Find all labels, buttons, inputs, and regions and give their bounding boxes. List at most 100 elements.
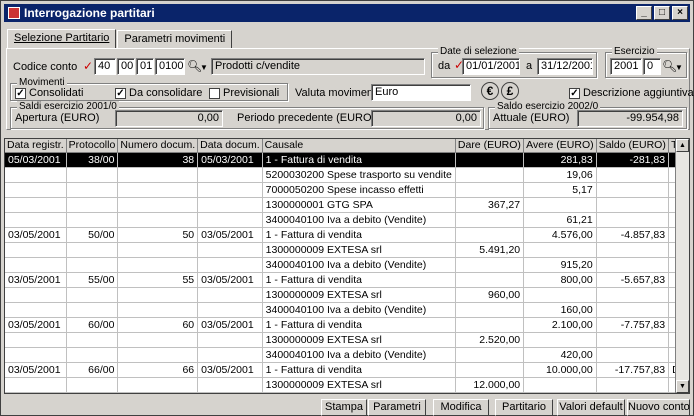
maximize-button[interactable]: □ — [654, 6, 670, 20]
cell-data — [5, 347, 67, 363]
partitario-button[interactable]: Partitario — [495, 399, 553, 416]
table-row[interactable]: 3400040100 Iva a debito (Vendite) 160,00 — [5, 302, 689, 318]
table-row[interactable]: 1300000001 GTG SPA 367,27 — [5, 197, 689, 213]
dropdown-icon[interactable]: ▼ — [672, 61, 686, 75]
cell-prot — [66, 257, 119, 273]
cell-avere — [523, 377, 597, 393]
cell-ddoc: 03/05/2001 — [197, 227, 263, 243]
cell-saldo: -281,83 — [596, 152, 670, 168]
cell-data — [5, 332, 67, 348]
valori-default-button[interactable]: Valori default — [557, 399, 625, 416]
tab-selezione-partitario[interactable]: Selezione Partitario — [7, 29, 117, 49]
tab-parametri-movimenti[interactable]: Parametri movimenti — [117, 30, 233, 48]
checked-icon: ✓ — [115, 87, 126, 99]
cell-num — [117, 287, 199, 303]
dropdown-icon[interactable]: ▼ — [197, 61, 211, 75]
valuta-input[interactable]: Euro — [371, 84, 471, 101]
da-consolidare-checkbox[interactable]: ✓ Da consolidare — [115, 87, 202, 99]
codice-field-1[interactable]: 40 — [94, 58, 116, 75]
previsionali-checkbox[interactable]: Previsionali — [209, 87, 279, 99]
cell-saldo: -7.757,83 — [596, 317, 670, 333]
codice-conto-label: Codice conto — [13, 61, 78, 73]
table-row[interactable]: 03/05/2001 60/00 60 03/05/2001 1 - Fattura d… — [5, 317, 689, 333]
check-mark-icon: ✓ — [82, 59, 94, 73]
table-row[interactable]: 03/05/2001 50/00 50 03/05/2001 1 - Fattura d… — [5, 227, 689, 243]
cell-saldo — [596, 212, 670, 228]
cell-saldo — [596, 332, 670, 348]
consolidati-checkbox[interactable]: ✓ Consolidati — [15, 87, 83, 99]
cell-causale: 5200030200 Spese trasporto su vendite — [262, 167, 456, 183]
cell-dare: 960,00 — [455, 287, 525, 303]
cell-ddoc — [197, 347, 263, 363]
movimenti-group: Movimenti ✓ Consolidati ✓ Da consolidare P… — [10, 77, 288, 101]
table-row[interactable]: 05/03/2001 38/00 38 05/03/2001 1 - Fattura d… — [5, 152, 689, 168]
periodo-precedente-value: 0,00 — [371, 110, 481, 127]
column-header[interactable]: Protocollo — [66, 139, 119, 153]
table-row[interactable]: 7000050200 Spese incasso effetti 5,17 — [5, 182, 689, 198]
column-header[interactable]: Causale — [262, 139, 456, 153]
cell-causale: 3400040100 Iva a debito (Vendite) — [262, 212, 456, 228]
column-header[interactable]: Dare (EURO) — [455, 139, 525, 153]
column-header[interactable]: Numero docum. — [117, 139, 199, 153]
cell-prot — [66, 197, 119, 213]
descrizione-aggiuntiva-checkbox[interactable]: ✓ Descrizione aggiuntiva — [569, 87, 694, 99]
cell-num — [117, 182, 199, 198]
table-row[interactable]: 5200030200 Spese trasporto su vendite 19,… — [5, 167, 689, 183]
app-icon — [8, 7, 20, 19]
cell-avere: 2.100,00 — [523, 317, 597, 333]
cell-causale: 1 - Fattura di vendita — [262, 227, 456, 243]
vertical-scrollbar[interactable]: ▲ ▼ — [675, 139, 689, 393]
column-header[interactable]: Saldo (EURO) — [596, 139, 670, 153]
table-row[interactable]: 03/05/2001 66/00 66 03/05/2001 1 - Fattura d… — [5, 362, 689, 378]
date-to-input[interactable]: 31/12/2001 — [537, 58, 593, 75]
esercizio-number-input[interactable]: 0 — [643, 58, 661, 75]
cell-dare: 367,27 — [455, 197, 525, 213]
cell-dare — [455, 182, 525, 198]
table-row[interactable]: 3400040100 Iva a debito (Vendite) 61,21 — [5, 212, 689, 228]
table-row[interactable]: 3400040100 Iva a debito (Vendite) 915,20 — [5, 257, 689, 273]
esercizio-year-input[interactable]: 2001 — [610, 58, 642, 75]
cell-avere: 5,17 — [523, 182, 597, 198]
cell-prot — [66, 332, 119, 348]
column-header[interactable]: Data docum. — [197, 139, 263, 153]
table-row[interactable]: 3400040100 Iva a debito (Vendite) 2.000,0… — [5, 392, 689, 393]
cell-dare — [455, 257, 525, 273]
periodo-precedente-label: Periodo precedente (EURO) — [237, 112, 376, 124]
nuovo-conto-button[interactable]: Nuovo conto — [627, 399, 690, 416]
table-row[interactable]: 1300000009 EXTESA srl 2.520,00 — [5, 332, 689, 348]
movements-grid[interactable]: Data registr. Protocollo Numero docum. Data… — [4, 138, 690, 394]
movements-table: Data registr. Protocollo Numero docum. Data… — [5, 139, 689, 393]
stampa-button[interactable]: Stampa — [321, 399, 367, 416]
column-header[interactable]: Avere (EURO) — [523, 139, 597, 153]
cell-num — [117, 392, 199, 393]
codice-field-2[interactable]: 00 — [117, 58, 135, 75]
column-header[interactable]: Data registr. — [5, 139, 67, 153]
cell-prot: 38/00 — [66, 152, 119, 168]
cell-avere — [523, 197, 597, 213]
cell-saldo — [596, 182, 670, 198]
parametri-button[interactable]: Parametri — [368, 399, 426, 416]
codice-field-3[interactable]: 01 — [136, 58, 154, 75]
scroll-up-icon[interactable]: ▲ — [676, 139, 689, 152]
cell-avere — [523, 287, 597, 303]
scroll-down-icon[interactable]: ▼ — [676, 380, 689, 393]
cell-avere: 160,00 — [523, 302, 597, 318]
close-button[interactable]: × — [672, 6, 688, 20]
date-from-input[interactable]: 01/01/2001 — [462, 58, 520, 75]
table-row[interactable]: 3400040100 Iva a debito (Vendite) 420,00 — [5, 347, 689, 363]
cell-avere: 2.000,00 — [523, 392, 597, 393]
pound-icon[interactable]: £ — [501, 82, 519, 100]
tab-strip: Selezione Partitario Parametri movimenti — [7, 29, 233, 49]
cell-avere: 800,00 — [523, 272, 597, 288]
cell-num: 60 — [117, 317, 199, 333]
minimize-button[interactable]: _ — [636, 6, 652, 20]
codice-field-4[interactable]: 0100 — [155, 58, 185, 75]
cell-num — [117, 242, 199, 258]
euro-icon[interactable]: € — [481, 82, 499, 100]
table-row[interactable]: 1300000009 EXTESA srl 960,00 — [5, 287, 689, 303]
table-row[interactable]: 03/05/2001 55/00 55 03/05/2001 1 - Fattura d… — [5, 272, 689, 288]
table-row[interactable]: 1300000009 EXTESA srl 12.000,00 — [5, 377, 689, 393]
table-row[interactable]: 1300000009 EXTESA srl 5.491,20 — [5, 242, 689, 258]
cell-prot — [66, 287, 119, 303]
modifica-button[interactable]: Modifica — [433, 399, 489, 416]
